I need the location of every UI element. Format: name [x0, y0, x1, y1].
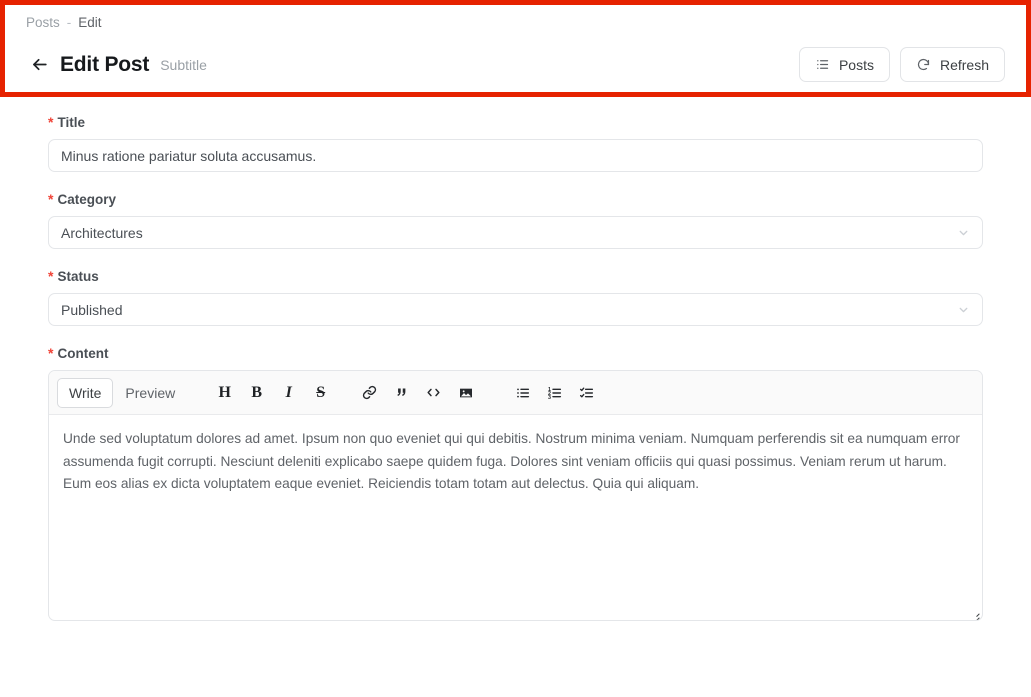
ordered-list-icon[interactable]: 1 2 3 — [541, 379, 568, 406]
field-content-label: * Content — [48, 346, 983, 361]
page-title: Edit Post — [60, 53, 149, 77]
editor-insert-tools — [356, 379, 479, 406]
posts-button[interactable]: Posts — [799, 47, 890, 82]
content-editor-body[interactable]: Unde sed voluptatum dolores ad amet. Ips… — [49, 415, 982, 620]
field-title-label-text: Title — [57, 115, 85, 130]
required-marker: * — [48, 115, 53, 129]
title-input[interactable] — [48, 139, 983, 172]
heading-icon[interactable]: H — [211, 379, 238, 406]
category-select-wrap: Architectures — [48, 216, 983, 249]
required-marker: * — [48, 346, 53, 360]
field-status: * Status Published — [48, 269, 983, 326]
field-title: * Title — [48, 115, 983, 172]
editor-list-tools: 1 2 3 — [509, 379, 600, 406]
field-category-label: * Category — [48, 192, 983, 207]
field-status-label-text: Status — [57, 269, 98, 284]
link-icon[interactable] — [356, 379, 383, 406]
status-select-wrap: Published — [48, 293, 983, 326]
arrow-left-icon[interactable] — [26, 52, 52, 78]
post-edit-form: * Title * Category Architectures * Statu… — [0, 97, 1031, 621]
image-icon[interactable] — [452, 379, 479, 406]
tab-write[interactable]: Write — [57, 378, 113, 408]
svg-text:3: 3 — [548, 395, 551, 401]
breadcrumb-item-posts[interactable]: Posts — [26, 14, 60, 32]
italic-icon[interactable]: I — [275, 379, 302, 406]
field-status-label: * Status — [48, 269, 983, 284]
page-subtitle: Subtitle — [160, 57, 207, 73]
breadcrumb-separator: - — [67, 14, 72, 32]
content-text: Unde sed voluptatum dolores ad amet. Ips… — [63, 428, 968, 496]
category-select[interactable]: Architectures — [48, 216, 983, 249]
header-main-row: Edit Post Subtitle Posts — [26, 47, 1005, 82]
refresh-icon — [916, 57, 931, 72]
field-title-label: * Title — [48, 115, 983, 130]
editor-format-tools: H B I S — [211, 379, 334, 406]
resize-handle[interactable] — [970, 608, 980, 618]
code-icon[interactable] — [420, 379, 447, 406]
required-marker: * — [48, 269, 53, 283]
bold-icon[interactable]: B — [243, 379, 270, 406]
field-category-label-text: Category — [57, 192, 116, 207]
page-header: Posts - Edit Edit Post Subtitle — [0, 0, 1031, 97]
field-category: * Category Architectures — [48, 192, 983, 249]
markdown-editor: Write Preview H B I S — [48, 370, 983, 621]
strikethrough-icon[interactable]: S — [307, 379, 334, 406]
list-icon — [815, 57, 830, 72]
bullet-list-icon[interactable] — [509, 379, 536, 406]
header-actions: Posts Refresh — [799, 47, 1005, 82]
status-select[interactable]: Published — [48, 293, 983, 326]
editor-toolbar: Write Preview H B I S — [49, 371, 982, 415]
refresh-button[interactable]: Refresh — [900, 47, 1005, 82]
breadcrumb-item-edit: Edit — [78, 14, 101, 32]
required-marker: * — [48, 192, 53, 206]
tab-preview[interactable]: Preview — [113, 378, 187, 408]
field-content: * Content Write Preview H B I S — [48, 346, 983, 621]
field-content-label-text: Content — [57, 346, 108, 361]
quote-icon[interactable] — [388, 379, 415, 406]
posts-button-label: Posts — [839, 57, 874, 73]
breadcrumb: Posts - Edit — [26, 10, 1005, 32]
task-list-icon[interactable] — [573, 379, 600, 406]
refresh-button-label: Refresh — [940, 57, 989, 73]
